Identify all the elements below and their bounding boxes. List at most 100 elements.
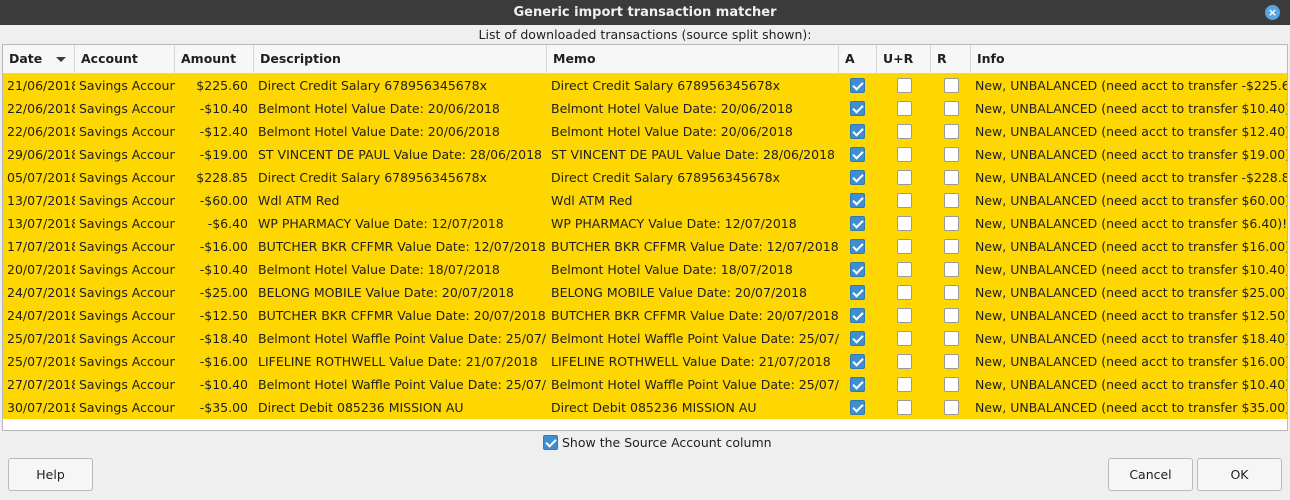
cell-memo: Direct Credit Salary 678956345678x — [551, 170, 781, 185]
checkbox-ur[interactable] — [897, 124, 912, 139]
column-header-date[interactable]: Date — [3, 45, 75, 73]
column-header-info[interactable]: Info — [971, 45, 1287, 73]
checkbox-a[interactable] — [850, 285, 865, 300]
column-header-ur[interactable]: U+R — [877, 45, 931, 73]
cell-date: 05/07/2018 — [7, 170, 75, 185]
checkbox-ur[interactable] — [897, 193, 912, 208]
checkbox-r[interactable] — [944, 285, 959, 300]
checkbox-ur[interactable] — [897, 308, 912, 323]
ok-button[interactable]: OK — [1197, 458, 1282, 491]
checkbox-ur[interactable] — [897, 331, 912, 346]
cell-amount: -$16.00 — [199, 239, 248, 254]
checkbox-a[interactable] — [850, 78, 865, 93]
checkbox-a[interactable] — [850, 101, 865, 116]
cell-amount: -$35.00 — [199, 400, 248, 415]
table-row[interactable]: 17/07/2018 Savings Account -$16.00 BUTCHER … — [3, 235, 1287, 258]
table-row[interactable]: 25/07/2018 Savings Account -$16.00 LIFELINE… — [3, 350, 1288, 373]
table-row[interactable]: 29/06/2018 Savings Account -$19.00 ST VINCE… — [3, 143, 1287, 166]
table-row[interactable]: 22/06/2018 Savings Account -$10.40 Belmont … — [3, 97, 1287, 120]
cancel-button[interactable]: Cancel — [1108, 458, 1193, 491]
checkbox-ur[interactable] — [897, 170, 912, 185]
show-source-account-checkbox[interactable] — [543, 434, 558, 450]
cell-info: New, UNBALANCED (need acct to transfer -… — [975, 78, 1288, 93]
column-header-memo[interactable]: Memo — [547, 45, 839, 73]
cell-description: Belmont Hotel Value Date: 20/06/2018 — [258, 101, 500, 116]
checkbox-ur[interactable] — [897, 78, 912, 93]
checkbox-ur[interactable] — [897, 262, 912, 277]
table-row[interactable]: 05/07/2018 Savings Account $228.85 Direct C… — [3, 166, 1287, 189]
checkbox-r[interactable] — [944, 216, 959, 231]
checkbox-a[interactable] — [850, 147, 865, 162]
cell-amount: -$19.00 — [199, 147, 248, 162]
show-source-account-toggle[interactable]: Show the Source Account column — [543, 433, 772, 451]
checkbox-r[interactable] — [944, 124, 959, 139]
checkbox-r[interactable] — [944, 239, 959, 254]
cell-info: New, UNBALANCED (need acct to transfer $… — [975, 124, 1288, 139]
table-row[interactable]: 24/07/2018 Savings Account -$25.00 BELONG M… — [3, 281, 1288, 304]
cell-info: New, UNBALANCED (need acct to transfer $… — [975, 354, 1288, 369]
checkbox-a[interactable] — [850, 124, 865, 139]
cell-amount: -$12.40 — [199, 124, 248, 139]
cell-description: BUTCHER BKR CFFMR Value Date: 12/07/2018 — [258, 239, 546, 254]
checkbox-a[interactable] — [850, 354, 865, 369]
checkbox-r[interactable] — [944, 170, 959, 185]
cell-date: 13/07/2018 — [7, 216, 75, 231]
checkbox-a[interactable] — [850, 239, 865, 254]
cell-amount: -$25.00 — [199, 285, 248, 300]
table-row[interactable]: 21/06/2018 Savings Account $225.60 Direct C… — [3, 74, 1288, 97]
checkbox-r[interactable] — [944, 78, 959, 93]
column-header-r[interactable]: R — [931, 45, 971, 73]
checkbox-r[interactable] — [944, 400, 959, 415]
checkbox-r[interactable] — [944, 354, 959, 369]
checkbox-ur[interactable] — [897, 285, 912, 300]
cell-memo: Wdl ATM Red — [551, 193, 633, 208]
checkbox-r[interactable] — [944, 262, 959, 277]
checkbox-ur[interactable] — [897, 377, 912, 392]
checkbox-r[interactable] — [944, 193, 959, 208]
close-icon[interactable]: × — [1265, 5, 1280, 20]
column-header-amount[interactable]: Amount — [175, 45, 254, 73]
checkbox-r[interactable] — [944, 308, 959, 323]
checkbox-a[interactable] — [850, 193, 865, 208]
column-header-a[interactable]: A — [839, 45, 877, 73]
checkbox-ur[interactable] — [897, 400, 912, 415]
checkbox-a[interactable] — [850, 170, 865, 185]
cell-account: Savings Account — [79, 400, 175, 415]
cell-account: Savings Account — [79, 193, 175, 208]
cell-account: Savings Account — [79, 354, 175, 369]
table-row[interactable]: 22/06/2018 Savings Account -$12.40 Belmont … — [3, 120, 1288, 143]
table-row[interactable]: 25/07/2018 Savings Account -$18.40 Belmont … — [3, 327, 1287, 350]
checkbox-r[interactable] — [944, 331, 959, 346]
checkbox-r[interactable] — [944, 101, 959, 116]
checkbox-a[interactable] — [850, 400, 865, 415]
cell-description: BUTCHER BKR CFFMR Value Date: 20/07/2018 — [258, 308, 546, 323]
checkbox-ur[interactable] — [897, 354, 912, 369]
help-button[interactable]: Help — [8, 458, 93, 491]
cell-memo: BUTCHER BKR CFFMR Value Date: 12/07/2018 — [551, 239, 839, 254]
table-row[interactable]: 27/07/2018 Savings Account -$10.40 Belmont … — [3, 373, 1287, 396]
table-row[interactable]: 24/07/2018 Savings Account -$12.50 BUTCHER … — [3, 304, 1287, 327]
checkbox-a[interactable] — [850, 216, 865, 231]
checkbox-r[interactable] — [944, 147, 959, 162]
column-header-account[interactable]: Account — [75, 45, 175, 73]
checkbox-r[interactable] — [944, 377, 959, 392]
cell-account: Savings Account — [79, 239, 175, 254]
checkbox-ur[interactable] — [897, 239, 912, 254]
cell-info: New, UNBALANCED (need acct to transfer $… — [975, 285, 1288, 300]
table-row[interactable]: 20/07/2018 Savings Account -$10.40 Belmont … — [3, 258, 1288, 281]
checkbox-ur[interactable] — [897, 147, 912, 162]
cell-info: New, UNBALANCED (need acct to transfer $… — [975, 262, 1288, 277]
cell-description: LIFELINE ROTHWELL Value Date: 21/07/2018 — [258, 354, 538, 369]
cell-date: 27/07/2018 — [7, 377, 75, 392]
cell-memo: Direct Credit Salary 678956345678x — [551, 78, 781, 93]
table-row[interactable]: 13/07/2018 Savings Account -$60.00 Wdl ATM … — [3, 189, 1287, 212]
table-row[interactable]: 13/07/2018 Savings Account -$6.40 WP PHARMA… — [3, 212, 1287, 235]
checkbox-a[interactable] — [850, 262, 865, 277]
checkbox-ur[interactable] — [897, 216, 912, 231]
table-row[interactable]: 30/07/2018 Savings Account -$35.00 Direct D… — [3, 396, 1287, 419]
checkbox-a[interactable] — [850, 308, 865, 323]
column-header-description[interactable]: Description — [254, 45, 547, 73]
checkbox-ur[interactable] — [897, 101, 912, 116]
checkbox-a[interactable] — [850, 377, 865, 392]
checkbox-a[interactable] — [850, 331, 865, 346]
